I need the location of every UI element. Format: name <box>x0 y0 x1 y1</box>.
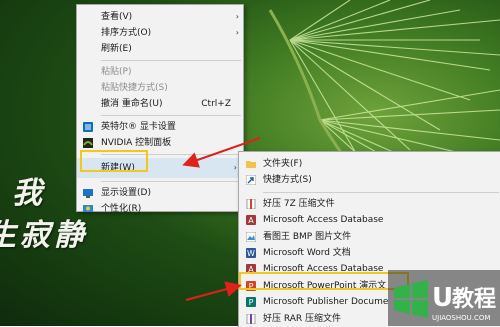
submenu-item-word-label: Microsoft Word 文档 <box>263 247 351 258</box>
nvidia-icon <box>83 138 93 148</box>
chevron-right-icon: › <box>233 163 237 172</box>
svg-text:P: P <box>249 298 254 307</box>
submenu-item-access-1[interactable]: A Microsoft Access Database <box>239 212 500 228</box>
access-icon: A <box>246 215 256 226</box>
menu-item-undo-rename[interactable]: 撤消 重命名(U) Ctrl+Z <box>77 96 243 112</box>
menu-item-nvidia-control-panel[interactable]: NVIDIA 控制面板 <box>77 135 243 151</box>
menu-item-paste-shortcut-label: 粘贴快捷方式(S) <box>101 83 168 93</box>
menu-item-paste[interactable]: 粘贴(P) <box>77 64 243 80</box>
archive-7z-icon <box>246 198 256 209</box>
menu-item-refresh-label: 刷新(E) <box>101 44 132 54</box>
powerpoint-highlight-box <box>239 272 409 290</box>
desktop-context-menu: 查看(V) › 排序方式(O) › 刷新(E) 粘贴(P) 粘贴快捷方式(S) … <box>76 4 244 214</box>
menu-item-refresh[interactable]: 刷新(E) <box>77 41 243 57</box>
personalize-icon <box>83 205 93 212</box>
svg-text:W: W <box>247 249 255 258</box>
menu-item-intel-graphics-label: 英特尔® 显卡设置 <box>101 122 176 132</box>
svg-text:A: A <box>248 216 254 225</box>
submenu-item-word[interactable]: W Microsoft Word 文档 <box>239 245 500 261</box>
calligraphy-line-2: 生寂静 <box>0 218 88 253</box>
new-item-highlight-box <box>80 150 148 172</box>
chevron-right-icon: › <box>235 28 239 37</box>
submenu-item-shortcut[interactable]: 快捷方式(S) <box>239 172 500 188</box>
menu-separator <box>101 181 241 182</box>
submenu-item-rar-label: 好压 RAR 压缩文件 <box>263 313 342 324</box>
menu-item-paste-label: 粘贴(P) <box>101 67 132 77</box>
menu-separator <box>263 191 499 193</box>
calligraphy-line-1: 我 <box>12 176 46 211</box>
menu-item-nvidia-label: NVIDIA 控制面板 <box>101 138 172 148</box>
menu-item-intel-graphics[interactable]: 英特尔® 显卡设置 <box>77 119 243 135</box>
chevron-right-icon: › <box>235 12 239 21</box>
menu-item-sort-by-label: 排序方式(O) <box>101 28 152 38</box>
menu-item-display-settings-label: 显示设置(D) <box>101 188 151 198</box>
submenu-item-publisher-label: Microsoft Publisher Docume <box>263 297 389 308</box>
submenu-item-folder-label: 文件夹(F) <box>263 159 303 169</box>
ujiaocheng-logo: U 教程 UJIAOSHOU.COM <box>388 270 500 326</box>
menu-item-personalize[interactable]: 个性化(R) <box>77 201 243 217</box>
menu-separator <box>101 60 241 61</box>
logo-brand: 教程 <box>452 286 496 312</box>
word-icon: W <box>246 247 256 258</box>
submenu-item-7z[interactable]: 好压 7Z 压缩文件 <box>239 196 500 212</box>
display-settings-icon <box>83 189 93 198</box>
folder-icon <box>246 161 256 168</box>
menu-item-display-settings[interactable]: 显示设置(D) <box>77 185 243 201</box>
archive-rar-icon <box>246 313 256 324</box>
menu-item-sort-by[interactable]: 排序方式(O) › <box>77 25 243 41</box>
submenu-item-bmp-label: 看图王 BMP 图片文件 <box>263 231 352 242</box>
submenu-item-7z-label: 好压 7Z 压缩文件 <box>263 198 335 209</box>
submenu-item-bmp[interactable]: 看图王 BMP 图片文件 <box>239 229 500 245</box>
menu-separator <box>101 115 241 116</box>
submenu-item-folder[interactable]: 文件夹(F) <box>239 156 500 172</box>
menu-item-undo-rename-label: 撤消 重命名(U) <box>101 99 163 109</box>
menu-item-view[interactable]: 查看(V) › <box>77 9 243 25</box>
logo-url: UJIAOSHOU.COM <box>432 314 490 322</box>
submenu-item-shortcut-label: 快捷方式(S) <box>263 175 312 186</box>
logo-letter: U <box>432 283 453 313</box>
intel-graphics-icon <box>83 122 93 132</box>
menu-item-view-label: 查看(V) <box>101 12 133 22</box>
menu-item-personalize-label: 个性化(R) <box>101 204 142 214</box>
submenu-item-access-1-label: Microsoft Access Database <box>263 215 384 226</box>
shortcut-icon <box>246 175 256 186</box>
menu-item-undo-shortcut: Ctrl+Z <box>201 99 231 109</box>
publisher-icon: P <box>246 297 256 308</box>
image-bmp-icon <box>246 231 256 242</box>
menu-item-paste-shortcut[interactable]: 粘贴快捷方式(S) <box>77 80 243 96</box>
